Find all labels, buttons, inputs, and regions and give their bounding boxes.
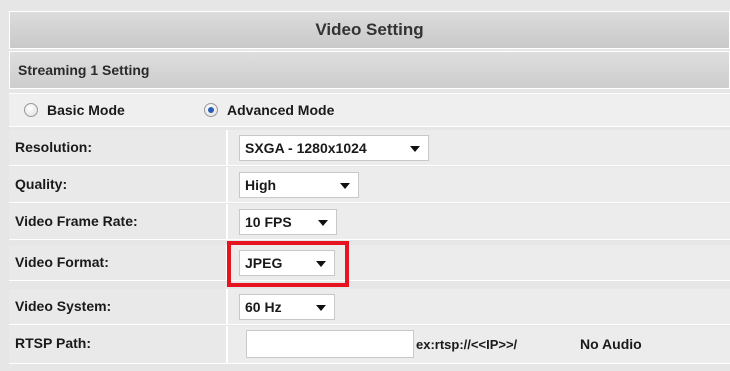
quality-label: Quality: (9, 167, 228, 202)
advanced-mode-radio[interactable] (204, 103, 218, 117)
video-system-value-cell: 60 Hz (228, 289, 730, 324)
frame-rate-select-value: 10 FPS (245, 214, 292, 230)
panel-bottom-edge (9, 364, 730, 371)
quality-value-cell: High (228, 167, 730, 202)
video-format-value-cell: JPEG (228, 245, 730, 280)
chevron-down-icon (316, 261, 326, 267)
video-system-select[interactable]: 60 Hz (239, 294, 335, 320)
rtsp-path-hint: ex:rtsp://<<IP>>/ (416, 337, 518, 352)
quality-row: Quality: High (9, 167, 730, 203)
video-system-label: Video System: (9, 289, 228, 324)
resolution-label: Resolution: (9, 130, 228, 165)
resolution-select[interactable]: SXGA - 1280x1024 (239, 135, 429, 161)
video-system-row: Video System: 60 Hz (9, 289, 730, 325)
rtsp-path-input[interactable] (246, 330, 414, 358)
resolution-row: Resolution: SXGA - 1280x1024 (9, 130, 730, 166)
chevron-down-icon (340, 183, 350, 189)
chevron-down-icon (318, 220, 328, 226)
basic-mode-label[interactable]: Basic Mode (47, 102, 125, 118)
page-title: Video Setting (9, 11, 730, 49)
mode-selector: Basic Mode Advanced Mode (9, 93, 730, 127)
quality-select[interactable]: High (239, 172, 359, 198)
video-format-row: Video Format: JPEG (9, 245, 730, 281)
video-format-select-value: JPEG (245, 255, 283, 271)
rtsp-path-value-cell: ex:rtsp://<<IP>>/ No Audio (228, 326, 730, 363)
section-title: Streaming 1 Setting (9, 51, 730, 89)
video-system-select-value: 60 Hz (245, 299, 282, 315)
advanced-mode-label[interactable]: Advanced Mode (227, 102, 334, 118)
chevron-down-icon (316, 305, 326, 311)
frame-rate-label: Video Frame Rate: (9, 204, 228, 239)
rtsp-path-row: RTSP Path: ex:rtsp://<<IP>>/ No Audio (9, 326, 730, 364)
resolution-value-cell: SXGA - 1280x1024 (228, 130, 730, 165)
video-format-select[interactable]: JPEG (239, 250, 335, 276)
chevron-down-icon (410, 146, 420, 152)
rtsp-path-label: RTSP Path: (9, 326, 228, 363)
frame-rate-select[interactable]: 10 FPS (239, 209, 337, 235)
basic-mode-radio[interactable] (24, 103, 38, 117)
video-format-label: Video Format: (9, 245, 228, 280)
video-setting-panel: Video Setting Streaming 1 Setting Basic … (0, 0, 730, 371)
frame-rate-value-cell: 10 FPS (228, 204, 730, 239)
frame-rate-row: Video Frame Rate: 10 FPS (9, 204, 730, 240)
quality-select-value: High (245, 177, 277, 193)
resolution-select-value: SXGA - 1280x1024 (245, 140, 367, 156)
audio-status: No Audio (580, 336, 642, 352)
